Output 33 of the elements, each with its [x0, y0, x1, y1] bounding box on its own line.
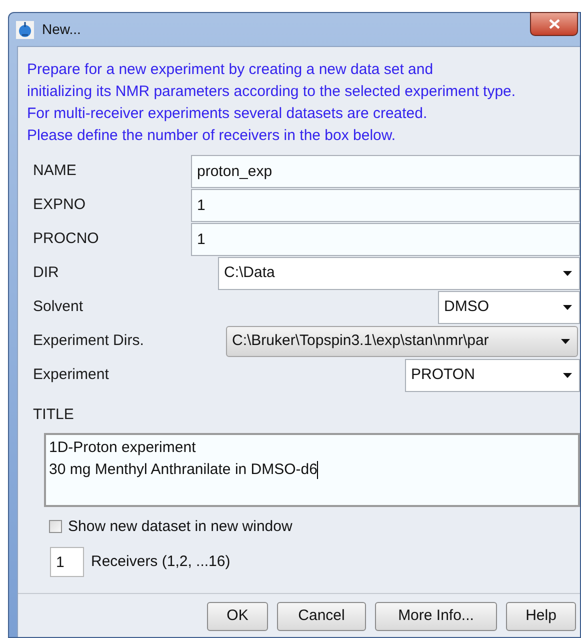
dropdown[interactable]: C:\Data [218, 257, 580, 290]
caret-icon [563, 373, 572, 378]
field-label: Experiment Dirs. [33, 331, 145, 352]
text-field[interactable]: 1 [191, 189, 580, 222]
field-label: PROCNO [33, 229, 100, 250]
caret-icon [563, 305, 572, 310]
app-icon [16, 20, 34, 38]
receivers-field[interactable]: 1 [50, 547, 84, 577]
text-field[interactable]: proton_exp [191, 155, 580, 188]
caret-icon [563, 271, 572, 276]
dialog-button[interactable]: Help [506, 602, 576, 631]
field-label: TITLE [33, 405, 75, 425]
field-label: DIR [33, 263, 60, 284]
dialog-button[interactable]: Cancel [277, 602, 366, 631]
window-title: New... [42, 20, 81, 39]
dropdown[interactable]: DMSO [438, 291, 580, 324]
field-label: EXPNO [33, 195, 87, 216]
intro-text: Prepare for a new experiment by creating a new data set and initializing its NMR parameters according to the selected experiment type. For multi-receiver experiments several datasets are created. Please define the number of receivers in the box below. [27, 60, 517, 146]
checkbox-label: Show new dataset in new window [68, 516, 292, 536]
title-textarea[interactable]: 1D-Proton experiment 30 mg Menthyl Anthranilate in DMSO-d6 [44, 432, 580, 506]
receivers-label: Receivers (1,2, ...16) [91, 552, 230, 572]
dialog-button[interactable]: OK [207, 602, 268, 631]
dropdown[interactable]: C:\Bruker\Topspin3.1\exp\stan\nmr\par [226, 326, 578, 357]
field-label: Experiment [33, 365, 110, 386]
text-field[interactable]: 1 [191, 223, 580, 256]
close-icon [548, 19, 560, 29]
checkbox[interactable] [49, 520, 62, 534]
caret-icon [561, 339, 570, 344]
dialog-button[interactable]: More Info... [375, 602, 497, 631]
field-label: NAME [33, 161, 78, 182]
dropdown[interactable]: PROTON [405, 359, 580, 392]
field-label: Solvent [33, 297, 84, 318]
close-button[interactable] [530, 12, 578, 36]
